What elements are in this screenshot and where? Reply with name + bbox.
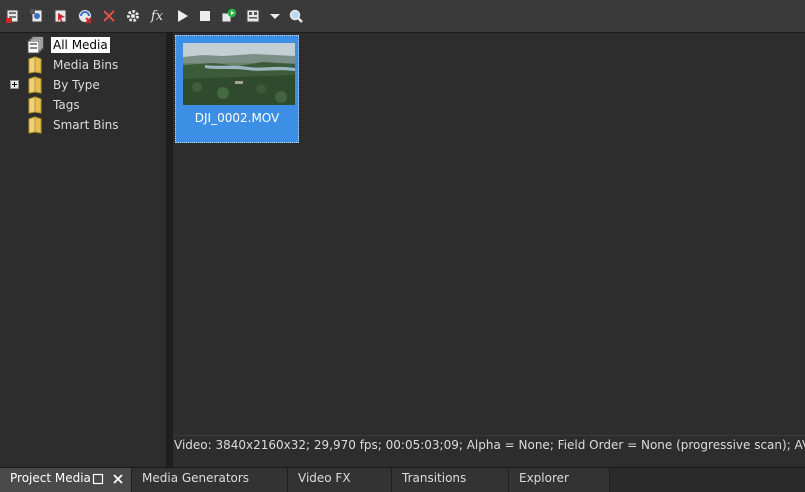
tab-label: Media Generators bbox=[142, 471, 250, 485]
media-thumbnail bbox=[183, 43, 295, 105]
expand-icon[interactable] bbox=[10, 80, 19, 89]
close-icon[interactable] bbox=[112, 473, 124, 485]
maximize-icon[interactable] bbox=[92, 473, 104, 485]
tab-video-fx[interactable]: Video FX bbox=[288, 468, 392, 492]
tree-item-label: By Type bbox=[53, 78, 100, 92]
media-item[interactable]: DJI_0002.MOV bbox=[175, 35, 299, 143]
folder-icon bbox=[27, 116, 43, 134]
tree-item-media-bins[interactable]: Media Bins bbox=[0, 55, 166, 75]
folder-icon bbox=[27, 56, 43, 74]
media-info-bar: Video: 3840x2160x32; 29,970 fps; 00:05:0… bbox=[173, 435, 805, 467]
media-info-text: Video: 3840x2160x32; 29,970 fps; 00:05:0… bbox=[174, 438, 805, 452]
tree-item-by-type[interactable]: By Type bbox=[0, 75, 166, 95]
tab-transitions[interactable]: Transitions bbox=[392, 468, 509, 492]
import-media-icon[interactable] bbox=[5, 8, 21, 24]
tree-item-label: Media Bins bbox=[53, 58, 119, 72]
tab-media-generators[interactable]: Media Generators bbox=[132, 468, 288, 492]
tab-label: Video FX bbox=[298, 471, 351, 485]
stop-icon[interactable] bbox=[197, 8, 213, 24]
tab-label: Project Media bbox=[10, 471, 91, 485]
media-filename: DJI_0002.MOV bbox=[194, 111, 280, 125]
folder-icon bbox=[27, 96, 43, 114]
media-list[interactable]: DJI_0002.MOV bbox=[173, 33, 805, 435]
remove-unused-icon[interactable] bbox=[77, 8, 93, 24]
tree-item-label: Tags bbox=[53, 98, 80, 112]
delete-icon[interactable] bbox=[101, 8, 117, 24]
tab-label: Explorer bbox=[519, 471, 569, 485]
tab-project-media[interactable]: Project Media bbox=[0, 468, 132, 492]
toolbar: fx bbox=[0, 0, 805, 33]
search-icon[interactable] bbox=[288, 8, 304, 24]
tree-item-label: Smart Bins bbox=[53, 118, 119, 132]
pane-splitter[interactable] bbox=[166, 33, 173, 467]
media-fx-icon[interactable]: fx bbox=[149, 8, 165, 24]
tab-label: Transitions bbox=[402, 471, 467, 485]
window-tab-bar: Project Media Media Generators Video FX … bbox=[0, 467, 805, 492]
capture-video-icon[interactable] bbox=[29, 8, 45, 24]
tree-item-tags[interactable]: Tags bbox=[0, 95, 166, 115]
tree-item-label: All Media bbox=[51, 37, 110, 53]
media-bins-tree: All Media Media Bins By Type Tags Smart … bbox=[0, 33, 166, 467]
tab-explorer[interactable]: Explorer bbox=[509, 468, 610, 492]
views-icon[interactable] bbox=[245, 8, 261, 24]
tree-item-smart-bins[interactable]: Smart Bins bbox=[0, 115, 166, 135]
properties-icon[interactable] bbox=[125, 8, 141, 24]
play-icon[interactable] bbox=[174, 8, 190, 24]
views-dropdown-icon[interactable] bbox=[267, 8, 283, 24]
all-media-icon bbox=[27, 36, 44, 54]
auto-preview-icon[interactable] bbox=[221, 8, 237, 24]
tree-item-all-media[interactable]: All Media bbox=[0, 35, 166, 55]
folder-icon bbox=[27, 76, 43, 94]
get-media-icon[interactable] bbox=[53, 8, 69, 24]
